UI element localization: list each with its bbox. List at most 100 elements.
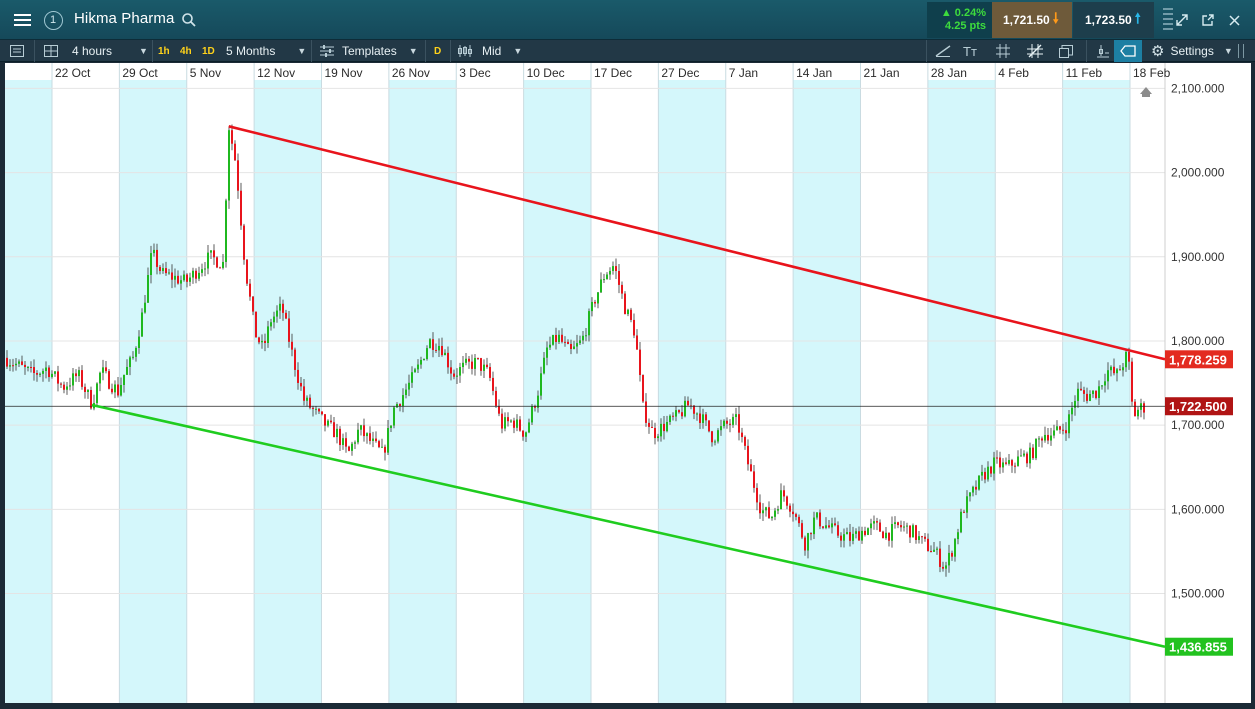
candle-body — [387, 427, 389, 453]
current-price-tag: 1,722.500 — [1169, 399, 1227, 414]
candle-body — [1056, 426, 1058, 431]
candle-body — [1107, 370, 1109, 382]
candle-body — [462, 362, 464, 368]
date-tick-label: 10 Dec — [527, 66, 565, 80]
timeframe-1h-button[interactable]: 1h — [152, 40, 170, 62]
tf-1h-label: 1h — [158, 45, 170, 57]
window-number-badge[interactable]: 1 — [42, 0, 64, 40]
date-tick-label: 29 Oct — [122, 66, 158, 80]
candle-body — [12, 365, 14, 367]
candle-body — [54, 371, 56, 374]
buy-button[interactable]: 1,723.50 🠕 — [1073, 2, 1154, 38]
price-type-dropdown[interactable]: Mid ▼ — [450, 40, 522, 62]
candle-body — [807, 533, 809, 551]
candle-body — [783, 490, 785, 497]
indicator-tool[interactable] — [1086, 40, 1110, 62]
candle-body — [426, 348, 428, 359]
layout-icon[interactable] — [34, 40, 58, 62]
candle-body — [339, 428, 341, 445]
candle-body — [996, 457, 998, 459]
toolbar-scroll-handle[interactable] — [1238, 40, 1244, 62]
candle-body — [846, 532, 848, 535]
chart-canvas[interactable]: 22 Oct 29 Oct 5 Nov 12 Nov 19 Nov 26 Nov 3 Dec… — [5, 63, 1251, 703]
candle-body — [669, 415, 671, 422]
candle-body — [1047, 434, 1049, 441]
candle-body — [1071, 407, 1073, 415]
candle-body — [186, 274, 188, 282]
timeframe-4h-button[interactable]: 4h — [180, 40, 192, 62]
candle-body — [573, 346, 575, 350]
candle-body — [396, 404, 398, 408]
list-icon[interactable] — [10, 40, 24, 62]
price-change-box: ▲ 0.24% 4.25 pts — [927, 2, 992, 38]
candle-body — [351, 443, 353, 451]
candle-body — [576, 343, 578, 347]
price-chart[interactable]: 22 Oct 29 Oct 5 Nov 12 Nov 19 Nov 26 Nov 3 Dec… — [5, 63, 1251, 703]
draw-line-tool[interactable] — [926, 40, 951, 62]
candle-body — [978, 475, 980, 490]
settings-button[interactable]: ⚙ Settings ▼ — [1151, 40, 1233, 62]
candle-body — [987, 466, 989, 480]
week-shade — [793, 80, 861, 703]
sell-button[interactable]: 1,721.50 🠗 — [992, 2, 1072, 38]
candle-body — [564, 341, 566, 343]
candle-body — [984, 471, 986, 480]
candle-body — [198, 272, 200, 279]
price-type-label: Mid — [482, 44, 502, 58]
grid-tool[interactable] — [996, 40, 1010, 62]
gear-icon: ⚙ — [1151, 43, 1165, 60]
arrow-down-icon: 🠗 — [1052, 10, 1059, 26]
candle-body — [867, 528, 869, 535]
candle-body — [903, 526, 905, 528]
candle-body — [477, 357, 479, 359]
popout-icon[interactable] — [1196, 0, 1220, 40]
price-tick-label: 1,600.000 — [1171, 502, 1225, 516]
interval-dropdown[interactable]: 4 hours ▼ — [72, 40, 148, 62]
candle-body — [123, 374, 125, 385]
candle-body — [597, 292, 599, 304]
candle-body — [615, 266, 617, 272]
layers-tool[interactable] — [1059, 40, 1074, 62]
chevron-down-icon: ▼ — [513, 46, 523, 56]
candle-body — [843, 534, 845, 541]
text-tool[interactable]: Tт — [963, 40, 977, 62]
range-dropdown[interactable]: 5 Months ▼ — [226, 40, 306, 62]
instrument-name[interactable]: Hikma Pharma — [74, 10, 174, 27]
candle-body — [603, 279, 605, 281]
price-tag-tool[interactable] — [1114, 40, 1142, 62]
menu-button[interactable] — [6, 0, 38, 40]
candle-body — [213, 250, 215, 258]
week-shade — [658, 80, 726, 703]
candle-body — [1035, 438, 1037, 459]
search-icon[interactable] — [178, 0, 200, 40]
candle-body — [558, 334, 560, 342]
candle-body — [696, 413, 698, 415]
candle-body — [1005, 462, 1007, 464]
candle-body — [873, 521, 875, 524]
left-frame — [0, 63, 5, 709]
candle-body — [327, 420, 329, 426]
candle-body — [1059, 426, 1061, 430]
candle-body — [891, 524, 893, 541]
candle-body — [666, 421, 668, 432]
crosshair-tool[interactable] — [1027, 40, 1043, 62]
date-tick-label: 3 Dec — [459, 66, 490, 80]
candle-body — [1002, 462, 1004, 468]
expand-icon[interactable] — [1170, 0, 1194, 40]
candle-body — [1110, 366, 1112, 371]
candle-body — [285, 312, 287, 319]
candle-body — [513, 420, 515, 428]
candle-body — [111, 388, 113, 393]
d-button[interactable]: D — [425, 40, 441, 62]
candle-body — [591, 301, 593, 312]
close-icon[interactable] — [1222, 0, 1246, 40]
candle-body — [546, 347, 548, 358]
timeframe-1d-button[interactable]: 1D — [202, 40, 215, 62]
candle-body — [249, 283, 251, 297]
candle-body — [132, 356, 134, 358]
templates-dropdown[interactable]: Templates ▼ — [311, 40, 418, 62]
candle-body — [1032, 447, 1034, 459]
candle-body — [960, 511, 962, 533]
week-shade — [254, 80, 322, 703]
date-tick-label: 21 Jan — [864, 66, 900, 80]
